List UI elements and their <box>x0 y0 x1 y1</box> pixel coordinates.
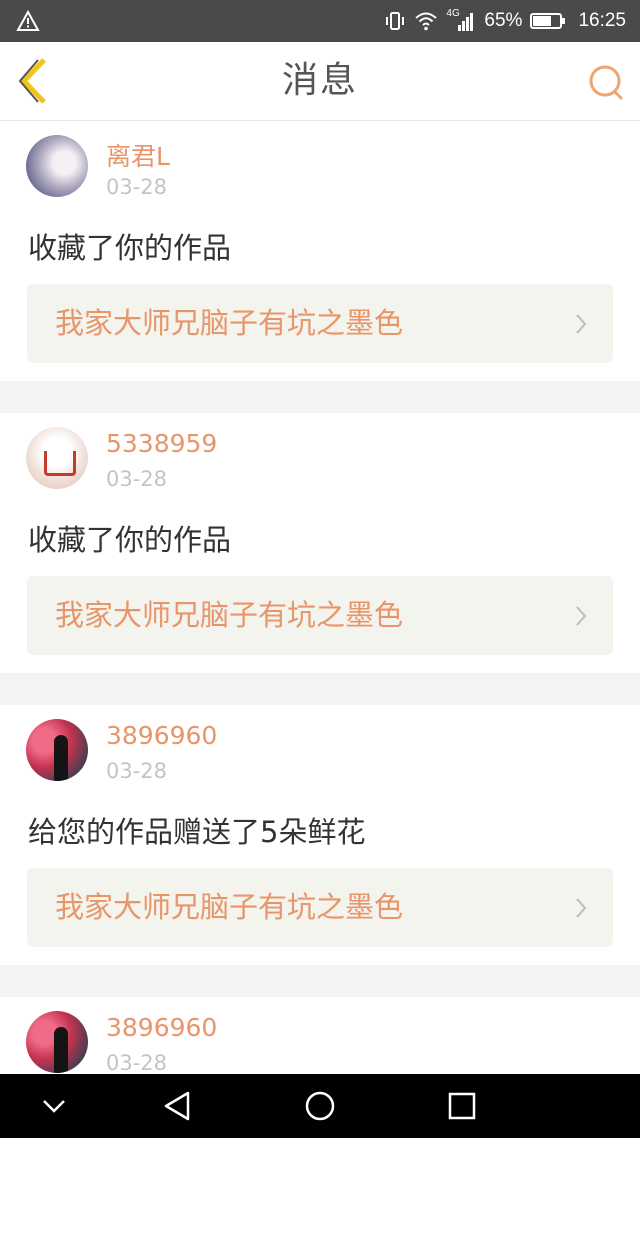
divider <box>0 673 640 705</box>
message-item: 离君L 03-28 收藏了你的作品 我家大师兄脑子有坑之墨色 <box>0 121 640 381</box>
message-date: 03-28 <box>106 175 168 199</box>
battery-icon <box>530 13 566 29</box>
avatar[interactable] <box>26 719 88 781</box>
search-icon[interactable] <box>586 62 626 102</box>
vibrate-icon <box>386 12 405 30</box>
divider <box>0 381 640 413</box>
work-link[interactable]: 我家大师兄脑子有坑之墨色 <box>27 284 613 363</box>
message-item: 3896960 03-28 给您的作品赠送了5朵鲜花 我家大师兄脑子有坑之墨色 <box>0 705 640 965</box>
work-link[interactable]: 我家大师兄脑子有坑之墨色 <box>27 576 613 655</box>
page-title: 消息 <box>281 60 358 101</box>
message-action: 收藏了你的作品 <box>28 231 232 265</box>
work-link[interactable]: 我家大师兄脑子有坑之墨色 <box>27 868 613 947</box>
message-date: 03-28 <box>106 1051 168 1075</box>
wifi-icon <box>415 12 438 31</box>
divider <box>0 965 640 997</box>
avatar[interactable] <box>26 1011 88 1073</box>
home-circle-icon[interactable] <box>302 1088 338 1124</box>
work-title: 我家大师兄脑子有坑之墨色 <box>55 890 404 924</box>
clock: 16:25 <box>578 10 626 31</box>
username[interactable]: 3896960 <box>106 1013 217 1042</box>
avatar[interactable] <box>26 135 88 197</box>
work-title: 我家大师兄脑子有坑之墨色 <box>55 306 404 340</box>
work-title: 我家大师兄脑子有坑之墨色 <box>55 598 404 632</box>
message-action: 收藏了你的作品 <box>28 523 232 557</box>
username[interactable]: 离君L <box>106 137 170 173</box>
message-action: 给您的作品赠送了5朵鲜花 <box>28 815 366 849</box>
chevron-down-icon[interactable] <box>36 1088 72 1124</box>
chevron-right-icon <box>576 898 587 918</box>
username[interactable]: 5338959 <box>106 429 217 458</box>
message-date: 03-28 <box>106 467 168 491</box>
message-item: 5338959 03-28 收藏了你的作品 我家大师兄脑子有坑之墨色 <box>0 413 640 673</box>
signal-icon: 4G <box>446 8 476 32</box>
avatar[interactable] <box>26 427 88 489</box>
system-nav-bar <box>0 1074 640 1138</box>
app-header: 消息 <box>0 42 640 121</box>
chevron-right-icon <box>576 606 587 626</box>
back-triangle-icon[interactable] <box>160 1088 196 1124</box>
warning-icon <box>16 10 40 31</box>
recents-square-icon[interactable] <box>444 1088 480 1124</box>
battery-percent: 65% <box>484 10 523 31</box>
chevron-right-icon <box>576 314 587 334</box>
username[interactable]: 3896960 <box>106 721 217 750</box>
message-date: 03-28 <box>106 759 168 783</box>
status-bar: 4G 65% 16:25 <box>0 0 640 42</box>
